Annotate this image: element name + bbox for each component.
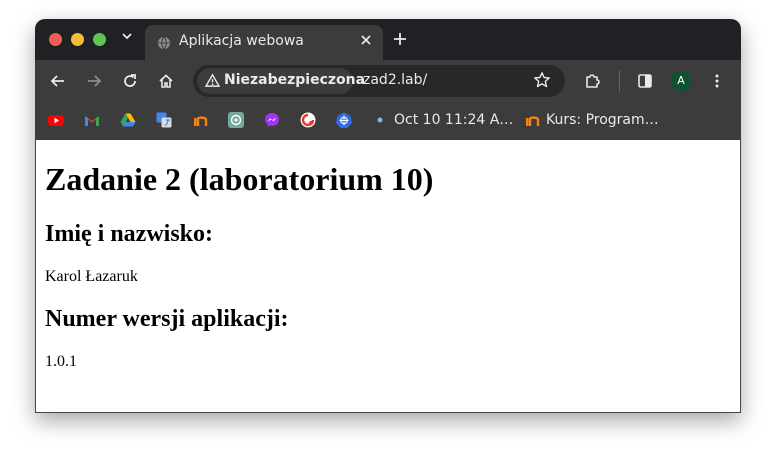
minimize-window-button[interactable] bbox=[71, 33, 84, 46]
bookmark-star-icon[interactable] bbox=[533, 71, 551, 93]
home-icon[interactable] bbox=[154, 69, 178, 93]
youtube-icon[interactable] bbox=[48, 112, 64, 128]
chatgpt-icon[interactable] bbox=[228, 112, 244, 128]
maximize-window-button[interactable] bbox=[93, 33, 106, 46]
bookmark-label[interactable]: Oct 10 11:24 A… bbox=[394, 112, 513, 128]
url-text[interactable]: zad2.lab/ bbox=[363, 72, 427, 88]
close-window-button[interactable] bbox=[49, 33, 62, 46]
page-content: Zadanie 2 (laboratorium 10) Imię i nazwi… bbox=[35, 140, 741, 413]
name-value: Karol Łazaruk bbox=[45, 268, 138, 285]
google-translate-icon[interactable] bbox=[156, 112, 172, 128]
back-arrow-icon[interactable] bbox=[46, 69, 70, 93]
tab-active[interactable]: Aplikacja webowa bbox=[145, 25, 383, 60]
new-tab-plus-icon[interactable] bbox=[389, 29, 411, 51]
side-panel-icon[interactable] bbox=[633, 69, 657, 93]
kubernetes-icon[interactable] bbox=[336, 112, 352, 128]
site-security-chip[interactable]: Niezabezpieczona bbox=[197, 68, 365, 94]
browser-window: Aplikacja webowa Niezabezpieczona zad2.l… bbox=[35, 19, 741, 413]
dot-icon[interactable] bbox=[372, 112, 388, 128]
forward-arrow-icon[interactable] bbox=[82, 69, 106, 93]
warning-triangle-icon bbox=[204, 73, 221, 92]
tab-search-chevron-icon[interactable] bbox=[117, 29, 137, 49]
name-heading: Imię i nazwisko: bbox=[45, 221, 213, 247]
profile-avatar[interactable]: A bbox=[671, 71, 691, 91]
bookmarks-bar: Oct 10 11:24 A… Kurs: Program… bbox=[35, 102, 741, 140]
title-bar: Aplikacja webowa bbox=[35, 19, 741, 60]
messenger-icon[interactable] bbox=[264, 112, 280, 128]
security-label: Niezabezpieczona bbox=[224, 72, 366, 88]
more-menu-icon[interactable] bbox=[705, 69, 729, 93]
toolbar-divider bbox=[619, 70, 620, 92]
close-tab-icon[interactable] bbox=[357, 33, 375, 51]
navigation-toolbar: Niezabezpieczona zad2.lab/ A bbox=[35, 60, 741, 102]
bookmark-label[interactable]: Kurs: Program… bbox=[546, 112, 659, 128]
globe-icon bbox=[157, 35, 171, 50]
tab-title: Aplikacja webowa bbox=[179, 33, 304, 49]
address-bar[interactable]: Niezabezpieczona zad2.lab/ bbox=[193, 65, 565, 97]
page-title: Zadanie 2 (laboratorium 10) bbox=[45, 161, 434, 197]
reload-icon[interactable] bbox=[118, 69, 142, 93]
google-drive-icon[interactable] bbox=[120, 112, 136, 128]
extensions-puzzle-icon[interactable] bbox=[581, 69, 605, 93]
course-platform-icon[interactable] bbox=[192, 112, 208, 128]
gmail-icon[interactable] bbox=[84, 112, 100, 128]
version-value: 1.0.1 bbox=[45, 353, 77, 370]
red-circle-app-icon[interactable] bbox=[300, 112, 316, 128]
version-heading: Numer wersji aplikacji: bbox=[45, 306, 289, 332]
course-platform-icon[interactable] bbox=[524, 112, 540, 128]
